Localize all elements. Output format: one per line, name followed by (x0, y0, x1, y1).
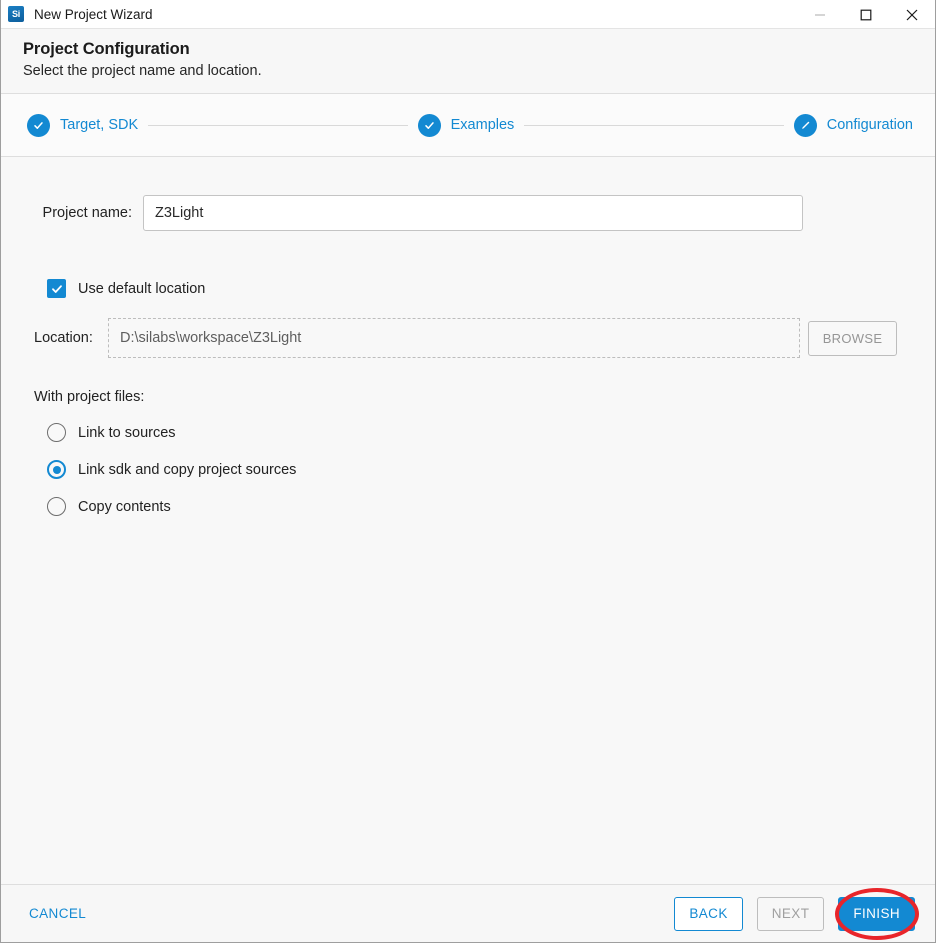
step-examples[interactable]: Examples (417, 113, 515, 137)
window-title: New Project Wizard (34, 6, 153, 22)
use-default-location-label: Use default location (78, 280, 206, 297)
project-name-input[interactable]: Z3Light (143, 195, 803, 231)
step-label-configuration: Configuration (826, 117, 913, 133)
location-row: Location: D:\silabs\workspace\Z3Light BR… (34, 318, 913, 358)
checkbox-checked-icon[interactable] (47, 279, 66, 298)
title-bar: Si New Project Wizard (1, 0, 935, 29)
project-files-label: With project files: (34, 389, 145, 405)
step-connector-2 (524, 124, 784, 126)
radio-unchecked-icon[interactable] (47, 497, 66, 516)
step-label-target-sdk: Target, SDK (60, 117, 139, 133)
close-icon[interactable] (889, 0, 935, 29)
radio-label-link-sdk-and-copy-project-sources: Link sdk and copy project sources (78, 461, 297, 478)
location-label: Location: (34, 330, 93, 346)
radio-copy-contents[interactable]: Copy contents (47, 497, 913, 516)
finish-button[interactable]: FINISH (838, 896, 915, 931)
radio-link-sdk-and-copy-project-sources[interactable]: Link sdk and copy project sources (47, 460, 913, 479)
radio-link-to-sources[interactable]: Link to sources (47, 423, 913, 442)
step-configuration[interactable]: Configuration (793, 113, 913, 137)
form-body: Project name: Z3Light Use default locati… (1, 157, 935, 884)
project-name-label: Project name: (42, 205, 132, 221)
next-button: NEXT (756, 896, 825, 931)
step-connector-1 (148, 124, 408, 126)
project-name-row: Project name: Z3Light (34, 195, 913, 231)
radio-unchecked-icon[interactable] (47, 423, 66, 442)
wizard-stepper: Target, SDK Examples Configuration (1, 94, 935, 157)
minimize-icon[interactable] (797, 0, 843, 29)
page-header: Project Configuration Select the project… (1, 29, 935, 94)
radio-label-link-to-sources: Link to sources (78, 424, 176, 441)
cancel-button[interactable]: CANCEL (29, 906, 86, 921)
new-project-wizard-window: Si New Project Wizard Project Configurat… (0, 0, 936, 943)
back-button[interactable]: BACK (674, 896, 743, 931)
location-input: D:\silabs\workspace\Z3Light (108, 318, 800, 358)
pencil-icon (793, 113, 817, 137)
step-target-sdk[interactable]: Target, SDK (27, 113, 139, 137)
radio-checked-icon[interactable] (47, 460, 66, 479)
footer-button-group: BACK NEXT FINISH (674, 887, 919, 940)
page-title: Project Configuration (23, 40, 190, 58)
check-icon (27, 113, 50, 137)
maximize-icon[interactable] (843, 0, 889, 29)
check-icon (417, 113, 441, 137)
finish-button-wrapper: FINISH (834, 887, 919, 940)
use-default-location-row[interactable]: Use default location (47, 279, 913, 298)
radio-label-copy-contents: Copy contents (78, 498, 171, 515)
page-subtitle: Select the project name and location. (23, 63, 262, 79)
dialog-footer: CANCEL BACK NEXT FINISH (1, 884, 935, 942)
silabs-si-icon: Si (8, 6, 24, 22)
browse-button: BROWSE (808, 320, 897, 356)
step-label-examples: Examples (450, 117, 515, 133)
window-controls (797, 0, 935, 29)
